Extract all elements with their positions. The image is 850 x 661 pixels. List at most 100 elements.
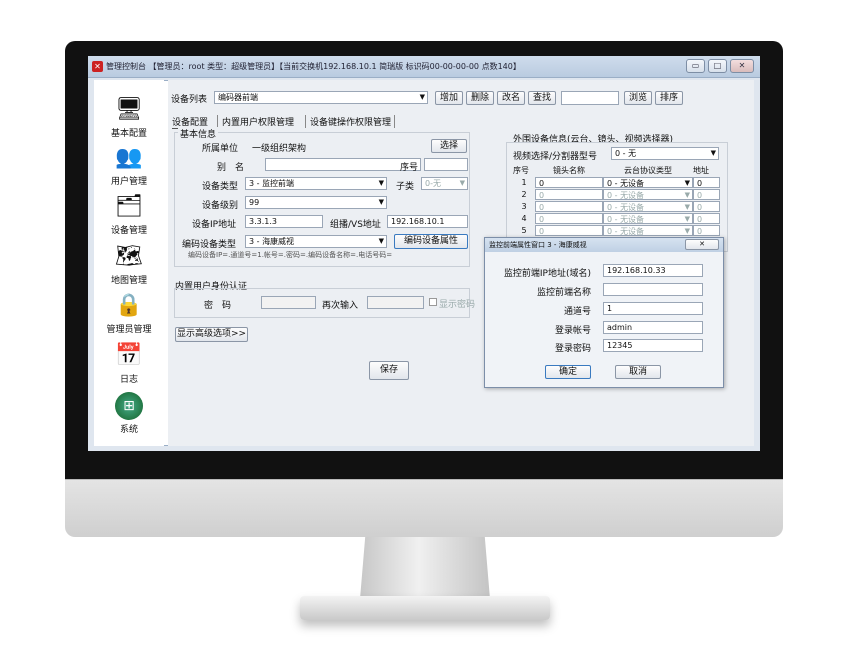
multicast-input[interactable]: 192.168.10.1 xyxy=(387,215,468,228)
device-level-select[interactable]: 99 ▼ xyxy=(245,196,387,209)
lens-name-input[interactable]: 0 xyxy=(535,176,603,188)
maximize-button[interactable]: □ xyxy=(708,59,727,73)
col-header: 地址 xyxy=(693,165,709,175)
login-password-input[interactable]: 12345 xyxy=(603,339,703,352)
alias-input[interactable] xyxy=(265,158,421,171)
ok-button[interactable]: 确定 xyxy=(545,365,591,379)
ptz-protocol-select[interactable]: 0 - 无设备 ▼ xyxy=(603,224,693,236)
rename-button[interactable]: 改名 xyxy=(497,91,525,105)
ptz-protocol-select[interactable]: 0 - 无设备 ▼ xyxy=(603,200,693,212)
computer-icon: 🖥 xyxy=(115,97,143,122)
table-row: 1 0 0 - 无设备 ▼ 0 xyxy=(513,176,720,188)
search-button[interactable]: 查找 xyxy=(528,91,556,105)
address-input[interactable]: 0 xyxy=(693,224,720,236)
device-type-value: 3 - 监控前端 xyxy=(249,179,295,188)
device-ip-label: 设备IP地址 xyxy=(192,220,237,230)
dialog-field-label: 登录帐号 xyxy=(554,326,591,336)
seq-input[interactable] xyxy=(424,158,468,171)
row-number: 5 xyxy=(521,225,527,235)
search-input[interactable] xyxy=(561,91,619,105)
address-input[interactable]: 0 xyxy=(693,188,720,200)
sidebar-item-label: 管理员管理 xyxy=(106,325,152,335)
minimize-button[interactable]: ▭ xyxy=(686,59,705,73)
subtype-select[interactable]: 0-无 ▼ xyxy=(421,177,468,190)
chevron-down-icon: ▼ xyxy=(459,179,465,187)
add-button[interactable]: 增加 xyxy=(435,91,463,105)
sidebar-item-admin-management[interactable]: 🔒 管理员管理 xyxy=(94,292,164,344)
address-input[interactable]: 0 xyxy=(693,200,720,212)
lens-name-input[interactable]: 0 xyxy=(535,212,603,224)
dialog-field-label: 监控前端IP地址(域名) xyxy=(503,269,591,279)
channel-input[interactable]: 1 xyxy=(603,302,703,315)
encoder-type-select[interactable]: 3 - 海康威视 ▼ xyxy=(245,235,387,248)
device-list-select[interactable]: 编码器前端 ▼ xyxy=(214,91,428,104)
monitor-ip-input[interactable]: 192.168.10.33 xyxy=(603,264,703,277)
device-list-value: 编码器前端 xyxy=(218,93,258,102)
sidebar-item-log[interactable]: 📅 日志 xyxy=(94,342,164,394)
save-button[interactable]: 保存 xyxy=(369,361,409,380)
ptz-protocol-select[interactable]: 0 - 无设备 ▼ xyxy=(603,212,693,224)
tab-device-key-permissions[interactable]: 设备键操作权限管理 xyxy=(305,115,396,128)
dialog-field-label: 登录密码 xyxy=(554,344,591,354)
sidebar-item-map-management[interactable]: 🗺 地图管理 xyxy=(94,243,164,295)
device-type-label: 设备类型 xyxy=(202,182,239,192)
unit-label: 所属单位 xyxy=(202,144,239,154)
ptz-protocol-select[interactable]: 0 - 无设备 ▼ xyxy=(603,176,693,188)
admin-lock-icon: 🔒 xyxy=(115,293,143,318)
password-input[interactable] xyxy=(261,296,316,309)
select-unit-button[interactable]: 选择 xyxy=(431,139,467,153)
application-window: ✕ 管理控制台 【管理员：root 类型：超级管理员】【当前交换机192.168… xyxy=(88,56,760,451)
lens-name-input[interactable]: 0 xyxy=(535,200,603,212)
encoder-type-label: 编码设备类型 xyxy=(182,240,237,250)
show-password-checkbox[interactable] xyxy=(429,298,437,306)
device-type-select[interactable]: 3 - 监控前端 ▼ xyxy=(245,177,387,190)
monitor-name-input[interactable] xyxy=(603,283,703,296)
browse-button[interactable]: 浏览 xyxy=(624,91,652,105)
sidebar-item-device-management[interactable]: 🗂 设备管理 xyxy=(94,193,164,245)
close-button[interactable]: ✕ xyxy=(730,59,754,73)
password-confirm-input[interactable] xyxy=(367,296,424,309)
lens-name-input[interactable]: 0 xyxy=(535,224,603,236)
ptz-protocol-value: 0 - 无设备 xyxy=(607,178,645,188)
chevron-down-icon: ▼ xyxy=(378,237,384,245)
login-account-input[interactable]: admin xyxy=(603,321,703,334)
dialog-field-label: 通道号 xyxy=(563,307,591,317)
ptz-protocol-value: 0 - 无设备 xyxy=(607,190,645,200)
sidebar-item-label: 设备管理 xyxy=(110,226,147,236)
device-ip-input[interactable]: 3.3.1.3 xyxy=(245,215,323,228)
basic-info-title: 基本信息 xyxy=(178,127,219,140)
lens-name-input[interactable]: 0 xyxy=(535,188,603,200)
col-header: 云台协议类型 xyxy=(624,165,672,175)
delete-button[interactable]: 删除 xyxy=(466,91,494,105)
seq-label: 序号 xyxy=(400,163,419,173)
row-number: 2 xyxy=(521,189,527,199)
ptz-protocol-select[interactable]: 0 - 无设备 ▼ xyxy=(603,188,693,200)
show-advanced-button[interactable]: 显示高级选项>> xyxy=(175,327,248,342)
sidebar-item-label: 地图管理 xyxy=(110,276,147,286)
sidebar-item-basic-config[interactable]: 🖥 基本配置 xyxy=(94,96,164,148)
address-input[interactable]: 0 xyxy=(693,212,720,224)
ptz-protocol-value: 0 - 无设备 xyxy=(607,226,645,236)
address-input[interactable]: 0 xyxy=(693,176,720,188)
cancel-button[interactable]: 取消 xyxy=(615,365,661,379)
map-icon: 🗺 xyxy=(115,244,143,269)
ptz-protocol-value: 0 - 无设备 xyxy=(607,202,645,212)
tab-builtin-user-permissions[interactable]: 内置用户权限管理 xyxy=(217,115,294,128)
sidebar-item-label: 日志 xyxy=(119,375,138,385)
encoder-properties-button[interactable]: 编码设备属性 xyxy=(394,234,468,249)
password-confirm-label: 再次输入 xyxy=(322,301,359,311)
dialog-close-button[interactable]: ✕ xyxy=(685,239,719,250)
device-list-label: 设备列表 xyxy=(171,95,208,105)
col-header: 序号 xyxy=(513,165,529,175)
sidebar-item-user-management[interactable]: 👥 用户管理 xyxy=(94,144,164,196)
chevron-down-icon: ▼ xyxy=(710,149,716,157)
password-label: 密 码 xyxy=(204,301,232,311)
app-logo-icon: ✕ xyxy=(92,61,103,72)
chevron-down-icon: ▼ xyxy=(684,178,690,187)
table-row: 4 0 0 - 无设备 ▼ 0 xyxy=(513,212,720,224)
selector-model-select[interactable]: 0 - 无 ▼ xyxy=(611,147,719,160)
sidebar-item-label: 用户管理 xyxy=(110,177,147,187)
sort-button[interactable]: 排序 xyxy=(655,91,683,105)
sidebar-item-system[interactable]: ⊞ 系统 xyxy=(94,392,164,444)
monitor-stand-neck xyxy=(360,537,490,599)
